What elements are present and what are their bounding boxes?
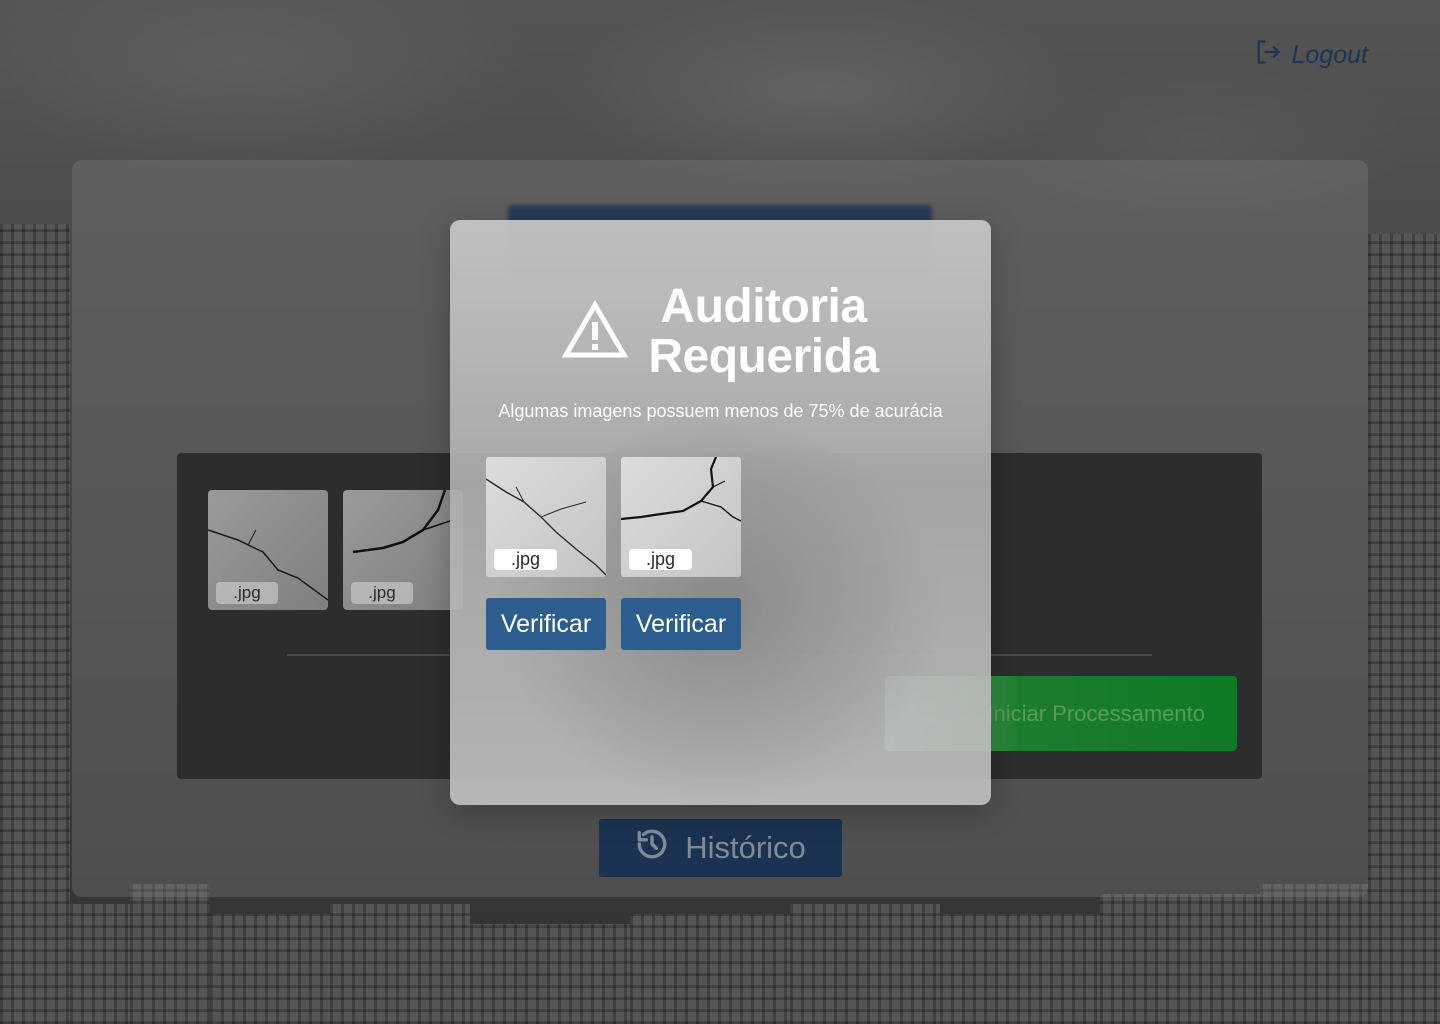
file-type-badge: .jpg	[216, 582, 278, 604]
audit-image-thumbnail: .jpg	[621, 457, 741, 577]
file-type-badge: .jpg	[494, 549, 557, 570]
modal-header: Auditoria Requerida	[450, 282, 991, 382]
verify-button[interactable]: Verificar	[486, 598, 606, 650]
history-label: Histórico	[685, 830, 806, 865]
file-thumbnail: .jpg	[343, 490, 463, 610]
history-button: Histórico	[599, 819, 842, 877]
modal-title: Auditoria Requerida	[648, 280, 879, 383]
audit-required-modal: Auditoria Requerida Algumas imagens poss…	[450, 220, 991, 805]
modal-title-line1: Auditoria	[660, 280, 867, 333]
logout-icon	[1254, 38, 1282, 73]
modal-title-line2: Requerida	[648, 330, 879, 383]
file-type-badge: .jpg	[629, 549, 692, 570]
start-processing-label: Iniciar Processamento	[987, 700, 1205, 726]
file-type-badge: .jpg	[351, 582, 413, 604]
modal-subtitle: Algumas imagens possuem menos de 75% de …	[498, 401, 943, 421]
verify-button[interactable]: Verificar	[621, 598, 741, 650]
logout-label: Logout	[1291, 41, 1368, 69]
file-thumbnail: .jpg	[208, 490, 328, 610]
warning-triangle-icon	[562, 299, 629, 365]
audit-image-thumbnail: .jpg	[486, 457, 606, 577]
history-icon	[635, 827, 669, 869]
logout-button[interactable]: Logout	[1254, 38, 1368, 73]
